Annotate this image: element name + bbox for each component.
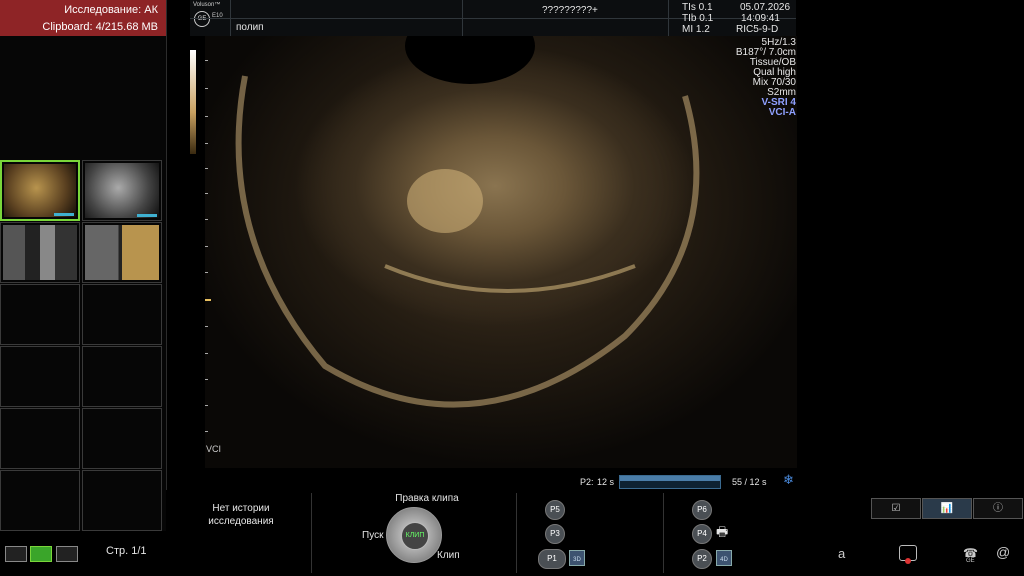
depth-tick xyxy=(205,246,208,247)
ge-network-label: GE xyxy=(966,558,975,564)
depth-tick xyxy=(205,168,208,169)
page-indicator: Стр. 1/1 xyxy=(106,545,147,557)
exam-date: 05.07.2026 xyxy=(740,2,791,13)
ultrasound-image-svg xyxy=(235,36,700,408)
checklist-tab[interactable]: ☑ xyxy=(871,498,921,519)
thumbnail-image xyxy=(85,163,159,218)
tis-value: TIs 0.1 xyxy=(682,2,713,13)
thumbnail-indicator xyxy=(54,213,74,216)
brand-label: Voluson™ xyxy=(193,2,221,8)
email-icon[interactable]: @ xyxy=(996,544,1010,560)
ge-logo-icon: GE xyxy=(194,11,210,27)
divider xyxy=(516,493,517,573)
record-dot xyxy=(905,558,911,564)
thumbnail-grid xyxy=(0,160,166,531)
depth-tick xyxy=(205,116,208,117)
media-icon[interactable] xyxy=(899,545,917,564)
clip-center-button[interactable]: КЛИП xyxy=(401,522,429,550)
thumbnail-4[interactable] xyxy=(82,222,162,283)
info-tab[interactable]: ⓘ xyxy=(973,498,1023,519)
depth-tick xyxy=(205,219,208,220)
layout-2x2-button[interactable] xyxy=(30,546,52,562)
chart-tab[interactable]: 📊 xyxy=(922,498,972,519)
p1-button[interactable]: P1 xyxy=(538,549,566,569)
thumbnail-image xyxy=(3,225,77,280)
cine-label: P2: xyxy=(580,477,594,487)
clip-wheel[interactable]: КЛИП xyxy=(386,507,442,563)
exam-time: 14:09:41 xyxy=(741,13,780,24)
probe-cavity xyxy=(405,36,535,84)
exam-title: ?????????+ xyxy=(542,5,598,16)
endometrial-line xyxy=(384,264,636,293)
snowflake-icon[interactable]: ❄ xyxy=(783,472,794,488)
cine-slider-fill xyxy=(620,476,720,481)
save-3d-icon[interactable]: 3D xyxy=(569,550,585,566)
thumbnail-empty xyxy=(82,408,162,469)
gray-scale-bar xyxy=(190,50,196,154)
polyp xyxy=(407,169,483,233)
thumbnail-2[interactable] xyxy=(82,160,162,221)
annotation-text: полип xyxy=(236,22,264,33)
history-line2: исследования xyxy=(208,516,274,527)
depth-tick xyxy=(205,272,208,273)
cine-end: 55 / 12 s xyxy=(732,477,767,487)
thumbnail-empty xyxy=(82,346,162,407)
clipboard-label: Clipboard: 4/215.68 MB xyxy=(42,21,158,33)
depth-tick xyxy=(205,379,208,380)
probe-name: RIC5-9-D xyxy=(736,24,779,35)
ultrasound-image xyxy=(205,36,797,468)
keyboard-a-icon[interactable]: a xyxy=(838,546,845,561)
save-4d-icon[interactable]: 4D xyxy=(716,550,732,566)
thumbnail-3[interactable] xyxy=(0,222,80,283)
play-label[interactable]: Пуск xyxy=(362,530,383,541)
depth-tick xyxy=(205,88,208,89)
printer-icon[interactable]: 🖶 xyxy=(716,523,732,539)
thumbnail-empty xyxy=(0,346,80,407)
p4-button[interactable]: P4 xyxy=(692,524,712,544)
depth-tick xyxy=(205,193,208,194)
thumbnail-indicator xyxy=(137,214,157,217)
history-line1: Нет истории xyxy=(212,503,270,514)
tib-value: TIb 0.1 xyxy=(682,13,714,24)
divider xyxy=(663,493,664,573)
vci-label: VCI xyxy=(206,444,222,454)
depth-tick xyxy=(205,431,208,432)
depth-tick xyxy=(205,143,208,144)
study-header: Исследование: АК Clipboard: 4/215.68 MB xyxy=(0,0,166,36)
param-line-blue: VCI-A xyxy=(768,107,796,118)
p2-button[interactable]: P2 xyxy=(692,549,712,569)
divider xyxy=(311,493,312,573)
depth-tick xyxy=(205,326,208,327)
layout-1x1-button[interactable] xyxy=(5,546,27,562)
depth-tick xyxy=(205,353,208,354)
study-label: Исследование: АК xyxy=(64,4,158,16)
thumbnail-empty xyxy=(0,408,80,469)
thumbnail-1[interactable] xyxy=(0,160,80,221)
depth-tick xyxy=(205,405,208,406)
thumbnail-empty xyxy=(0,284,80,345)
clip-edit-title: Правка клипа xyxy=(395,493,459,504)
mi-value: MI 1.2 xyxy=(682,24,710,35)
top-bar: Voluson™ GE E10 ?????????+ полип TIs 0.1… xyxy=(190,0,796,36)
p5-button[interactable]: P5 xyxy=(545,500,565,520)
thumbnail-empty xyxy=(82,284,162,345)
p6-button[interactable]: P6 xyxy=(692,500,712,520)
depth-tick xyxy=(205,60,208,61)
layout-3x3-button[interactable] xyxy=(56,546,78,562)
thumbnail-image xyxy=(85,225,159,280)
cine-slider[interactable] xyxy=(619,475,721,489)
uterine-wall xyxy=(235,75,700,408)
thumbnail-image xyxy=(4,164,76,217)
cine-start: 12 s xyxy=(597,477,615,487)
focus-marker xyxy=(205,299,211,301)
p3-button[interactable]: P3 xyxy=(545,524,565,544)
thumbnail-empty xyxy=(82,470,162,531)
clip-label[interactable]: Клип xyxy=(437,550,460,561)
thumbnail-empty xyxy=(0,470,80,531)
